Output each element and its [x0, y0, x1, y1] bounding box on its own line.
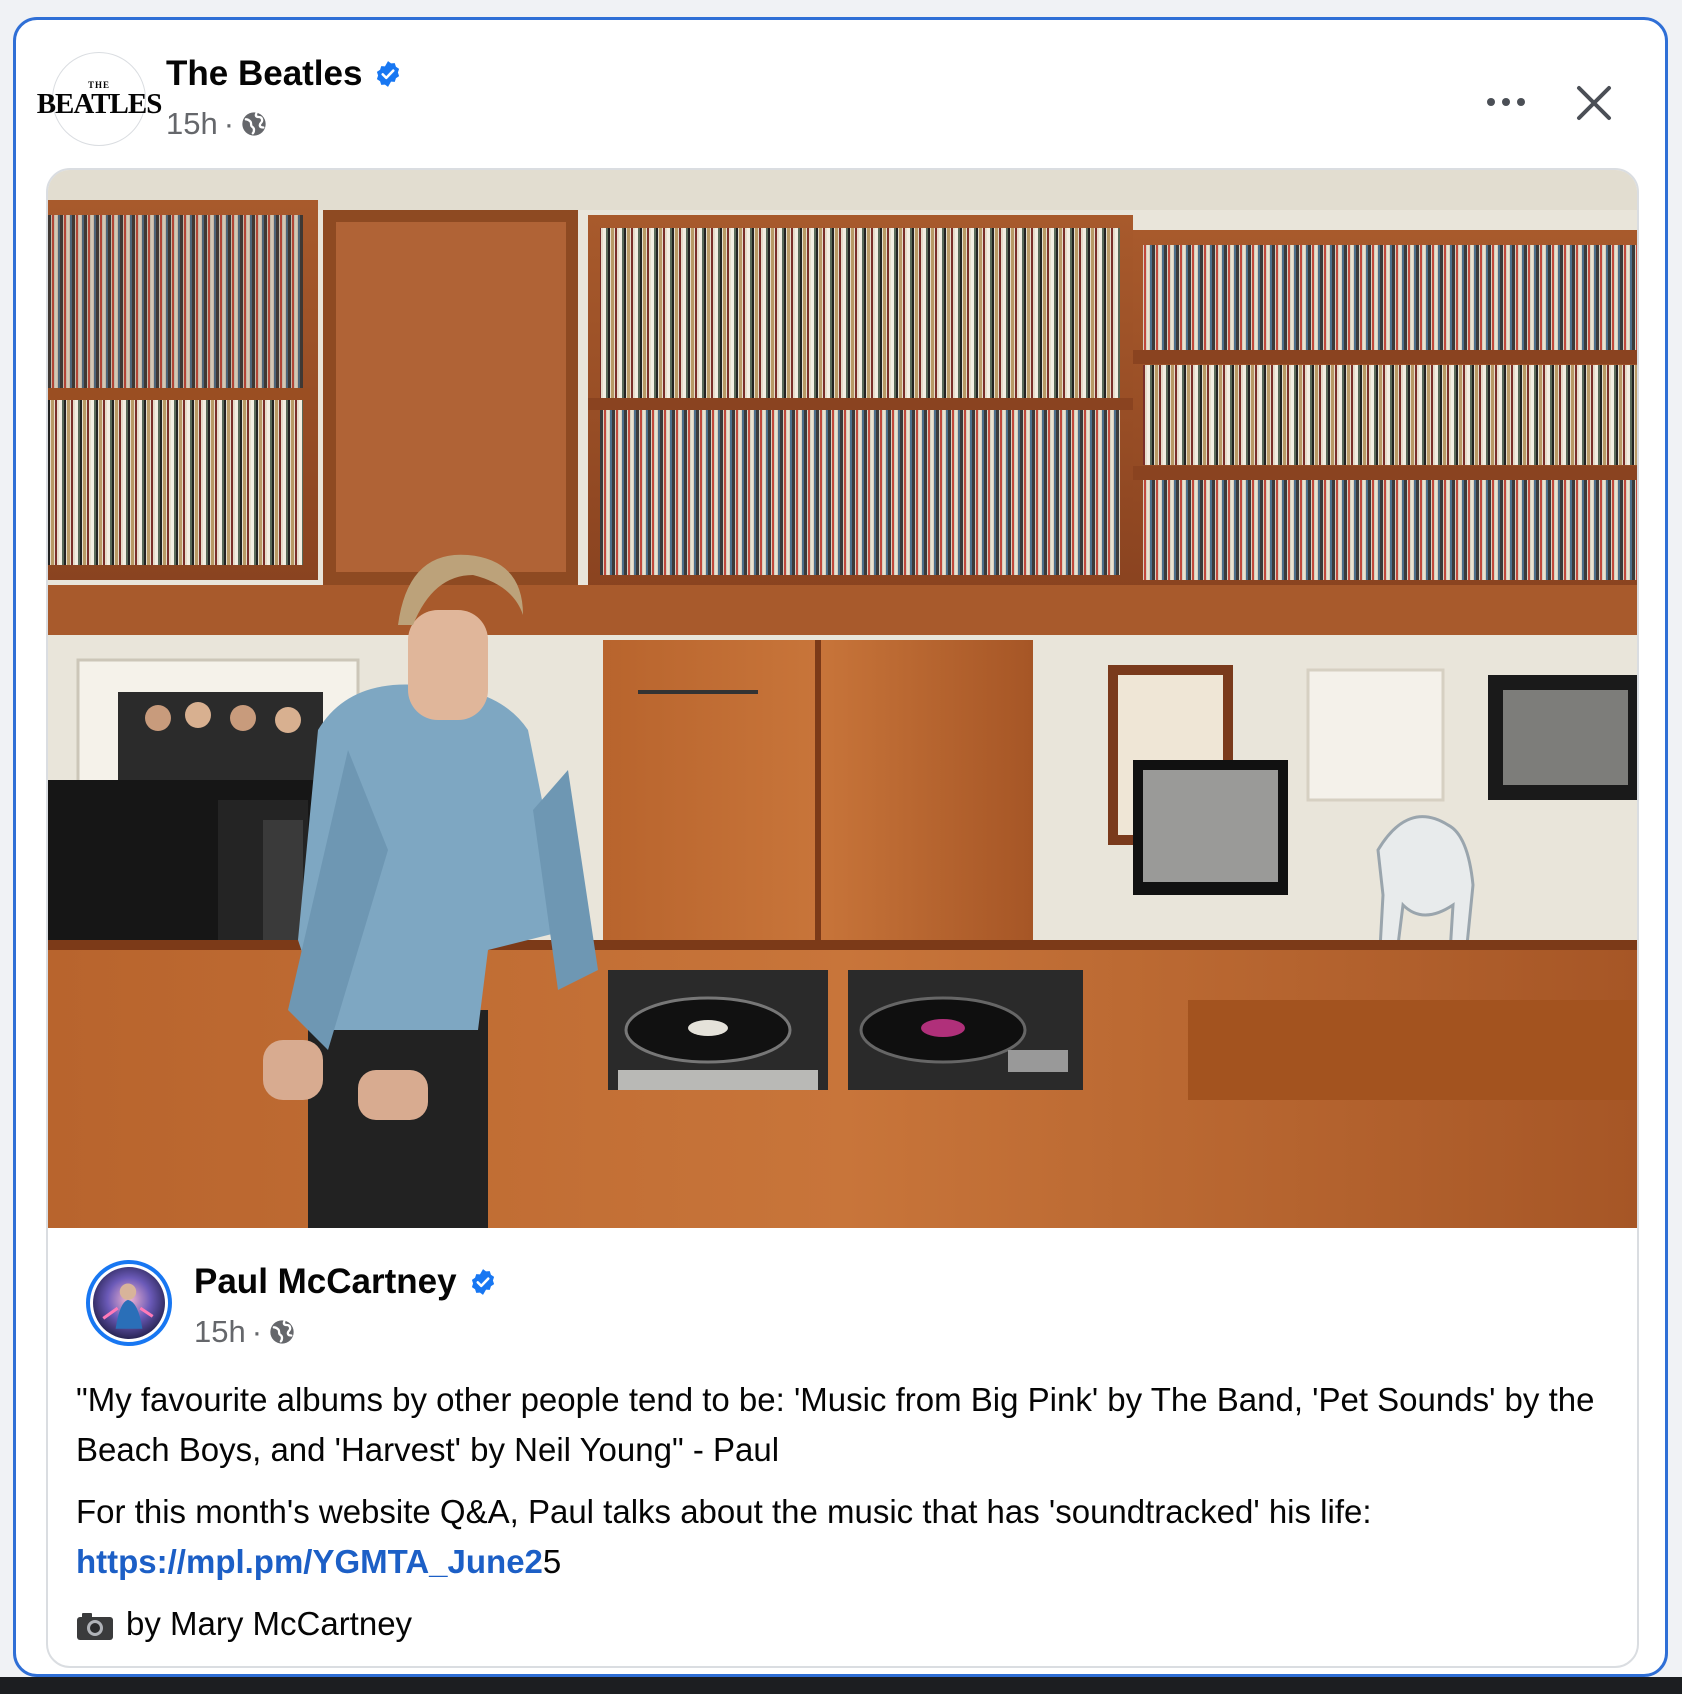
- shared-post-time[interactable]: 15h: [194, 1314, 246, 1350]
- author-avatar-image: [93, 1267, 165, 1339]
- verified-badge-icon: [471, 1269, 494, 1295]
- bottom-bar: [0, 1677, 1682, 1694]
- verified-badge-icon: [377, 61, 400, 87]
- website-link[interactable]: https://mpl.pm/YGMTA_June2: [76, 1543, 543, 1580]
- shared-author-avatar[interactable]: [86, 1260, 172, 1346]
- globe-icon: [270, 1320, 294, 1344]
- meta-separator: ·: [251, 1314, 263, 1349]
- post-photo[interactable]: [48, 170, 1639, 1228]
- paragraph-text: For this month's website Q&A, Paul talks…: [76, 1493, 1372, 1530]
- logo-text-big: BEATLES: [36, 87, 163, 120]
- more-options-icon: [1487, 98, 1525, 106]
- page-avatar[interactable]: THE BEATLES: [37, 52, 162, 146]
- close-icon: [1577, 86, 1611, 120]
- post-text: "My favourite albums by other people ten…: [76, 1375, 1611, 1661]
- post-card: THE BEATLES The Beatles 15h · Paul McCar…: [13, 17, 1668, 1677]
- meta-separator: ·: [223, 106, 235, 141]
- page-name-row: The Beatles: [166, 54, 402, 94]
- post-paragraph-link: For this month's website Q&A, Paul talks…: [76, 1487, 1611, 1587]
- photo-credit: by Mary McCartney: [76, 1599, 1611, 1649]
- page-name[interactable]: The Beatles: [166, 54, 362, 94]
- camera-icon: [77, 1613, 113, 1640]
- credit-text: by Mary McCartney: [126, 1605, 413, 1642]
- shared-author-name[interactable]: Paul McCartney: [194, 1262, 457, 1302]
- more-options-button[interactable]: [1481, 88, 1531, 116]
- globe-icon: [242, 112, 266, 136]
- post-time[interactable]: 15h: [166, 106, 218, 142]
- shared-author-row: Paul McCartney: [194, 1262, 497, 1302]
- link-suffix: 5: [542, 1543, 562, 1580]
- shared-post[interactable]: Paul McCartney 15h · "My favourite album…: [46, 168, 1639, 1668]
- shared-post-meta: 15h ·: [194, 1314, 296, 1350]
- post-quote: "My favourite albums by other people ten…: [76, 1381, 1595, 1468]
- close-button[interactable]: [1571, 80, 1617, 126]
- post-meta: 15h ·: [166, 106, 268, 142]
